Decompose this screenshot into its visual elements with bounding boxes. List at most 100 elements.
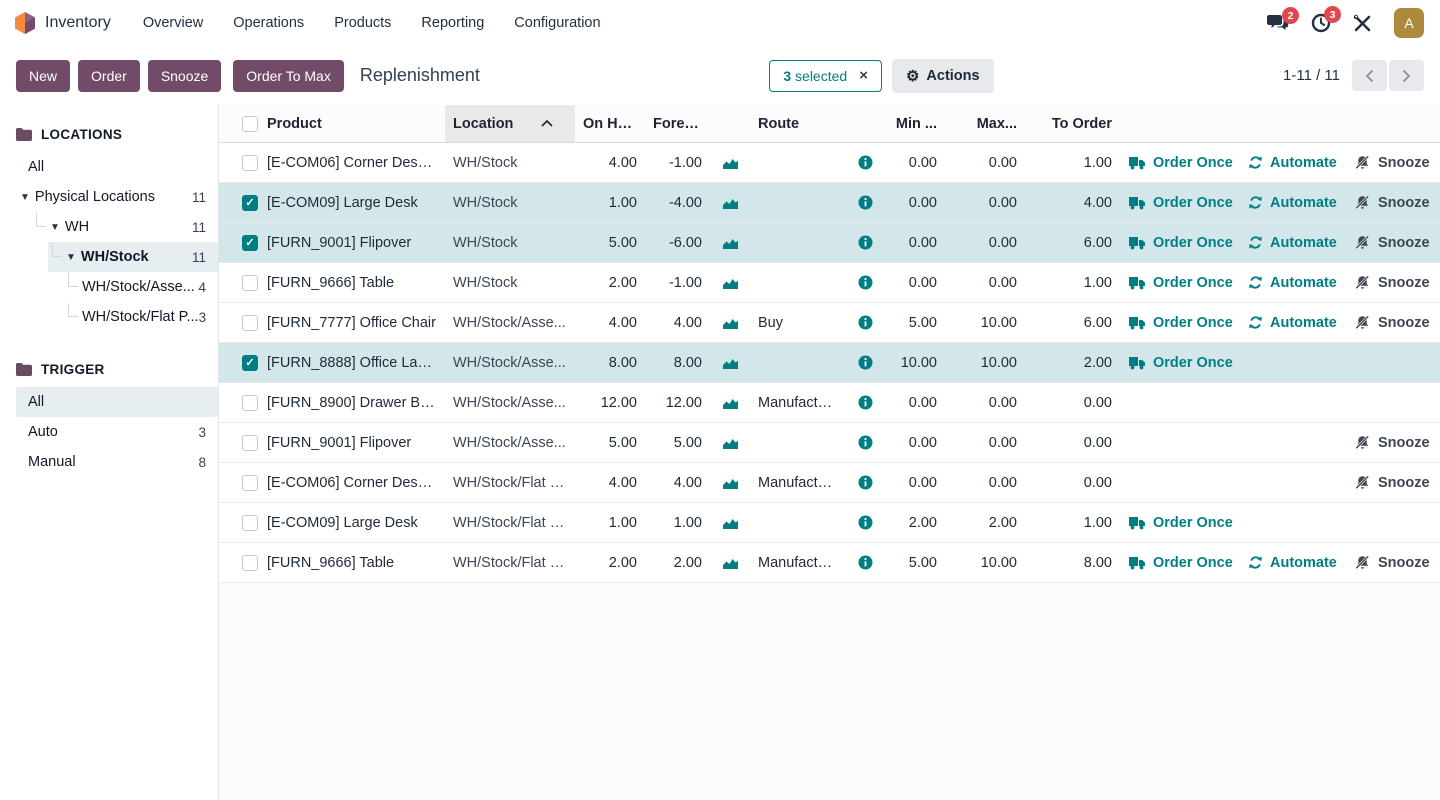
info-circle-icon[interactable] bbox=[845, 515, 885, 530]
header-forecast[interactable]: Forecast bbox=[645, 116, 710, 132]
new-button[interactable]: New bbox=[16, 60, 70, 92]
forecast-chart-icon[interactable] bbox=[710, 236, 750, 250]
menu-item-overview[interactable]: Overview bbox=[133, 9, 213, 37]
location-filter-wh-stock[interactable]: ▼WH/Stock11 bbox=[0, 242, 218, 272]
info-circle-icon[interactable] bbox=[845, 475, 885, 490]
caret-down-icon[interactable]: ▼ bbox=[66, 252, 76, 263]
order-once-button[interactable]: Order Once bbox=[1128, 195, 1232, 211]
order-once-button[interactable]: Order Once bbox=[1128, 315, 1232, 331]
order-once-button[interactable]: Order Once bbox=[1128, 515, 1232, 531]
snooze-button[interactable]: Snooze bbox=[148, 60, 221, 92]
order-to-max-button[interactable]: Order To Max bbox=[233, 60, 344, 92]
row-checkbox[interactable] bbox=[242, 515, 258, 531]
info-circle-icon[interactable] bbox=[845, 435, 885, 450]
snooze-button[interactable]: Snooze bbox=[1354, 555, 1432, 571]
order-once-button[interactable]: Order Once bbox=[1128, 155, 1232, 171]
order-once-button[interactable]: Order Once bbox=[1128, 355, 1232, 371]
header-to-order[interactable]: To Order bbox=[1025, 116, 1120, 132]
info-circle-icon[interactable] bbox=[845, 155, 885, 170]
menu-item-operations[interactable]: Operations bbox=[223, 9, 314, 37]
table-row[interactable]: [FURN_9001] FlipoverWH/Stock/Asse...5.00… bbox=[219, 423, 1440, 463]
info-circle-icon[interactable] bbox=[845, 275, 885, 290]
order-once-button[interactable]: Order Once bbox=[1128, 275, 1232, 291]
automate-button[interactable]: Automate bbox=[1248, 155, 1338, 171]
automate-button[interactable]: Automate bbox=[1248, 195, 1338, 211]
row-checkbox[interactable] bbox=[242, 475, 258, 491]
location-filter-wh[interactable]: ▼WH11 bbox=[0, 212, 218, 242]
trigger-filter-auto[interactable]: Auto3 bbox=[0, 417, 218, 447]
table-row[interactable]: ✓[E-COM09] Large DeskWH/Stock1.00-4.000.… bbox=[219, 183, 1440, 223]
row-checkbox[interactable] bbox=[242, 435, 258, 451]
info-circle-icon[interactable] bbox=[845, 555, 885, 570]
menu-item-products[interactable]: Products bbox=[324, 9, 401, 37]
order-once-button[interactable]: Order Once bbox=[1128, 235, 1232, 251]
order-once-button[interactable]: Order Once bbox=[1128, 555, 1232, 571]
automate-button[interactable]: Automate bbox=[1248, 235, 1338, 251]
menu-item-configuration[interactable]: Configuration bbox=[504, 9, 610, 37]
automate-button[interactable]: Automate bbox=[1248, 315, 1338, 331]
snooze-button[interactable]: Snooze bbox=[1354, 435, 1432, 451]
row-checkbox[interactable] bbox=[242, 555, 258, 571]
header-location[interactable]: Location bbox=[445, 105, 575, 142]
row-checkbox[interactable] bbox=[242, 275, 258, 291]
header-min[interactable]: Min ... bbox=[885, 116, 945, 132]
menu-item-reporting[interactable]: Reporting bbox=[411, 9, 494, 37]
forecast-chart-icon[interactable] bbox=[710, 196, 750, 210]
row-checkbox[interactable] bbox=[242, 395, 258, 411]
info-circle-icon[interactable] bbox=[845, 355, 885, 370]
row-checkbox[interactable]: ✓ bbox=[242, 195, 258, 211]
info-circle-icon[interactable] bbox=[845, 395, 885, 410]
forecast-chart-icon[interactable] bbox=[710, 436, 750, 450]
table-row[interactable]: [E-COM09] Large DeskWH/Stock/Flat P...1.… bbox=[219, 503, 1440, 543]
snooze-button[interactable]: Snooze bbox=[1354, 315, 1432, 331]
info-circle-icon[interactable] bbox=[845, 195, 885, 210]
header-route[interactable]: Route bbox=[750, 116, 845, 132]
info-circle-icon[interactable] bbox=[845, 235, 885, 250]
trigger-filter-all[interactable]: All bbox=[0, 387, 218, 417]
header-on-hand[interactable]: On Hand bbox=[575, 116, 645, 132]
forecast-chart-icon[interactable] bbox=[710, 396, 750, 410]
user-avatar[interactable]: A bbox=[1394, 8, 1424, 38]
trigger-filter-manual[interactable]: Manual8 bbox=[0, 447, 218, 477]
table-row[interactable]: [FURN_9666] TableWH/Stock2.00-1.000.000.… bbox=[219, 263, 1440, 303]
pager-next-button[interactable] bbox=[1389, 60, 1424, 91]
debug-tools-button[interactable] bbox=[1353, 14, 1372, 33]
caret-down-icon[interactable]: ▼ bbox=[20, 192, 30, 203]
activities-button[interactable]: 3 bbox=[1311, 13, 1331, 33]
table-row[interactable]: [FURN_9666] TableWH/Stock/Flat P...2.002… bbox=[219, 543, 1440, 583]
header-product[interactable]: Product bbox=[259, 116, 445, 132]
table-row[interactable]: [FURN_8900] Drawer BlackWH/Stock/Asse...… bbox=[219, 383, 1440, 423]
table-row[interactable]: ✓[FURN_8888] Office LampWH/Stock/Asse...… bbox=[219, 343, 1440, 383]
order-button[interactable]: Order bbox=[78, 60, 140, 92]
snooze-button[interactable]: Snooze bbox=[1354, 195, 1432, 211]
table-row[interactable]: ✓[FURN_9001] FlipoverWH/Stock5.00-6.000.… bbox=[219, 223, 1440, 263]
forecast-chart-icon[interactable] bbox=[710, 276, 750, 290]
location-filter-wh-stock-flat-p-[interactable]: WH/Stock/Flat P...3 bbox=[0, 302, 218, 332]
table-row[interactable]: [E-COM06] Corner Desk ...WH/Stock/Flat P… bbox=[219, 463, 1440, 503]
forecast-chart-icon[interactable] bbox=[710, 156, 750, 170]
location-filter-wh-stock-asse-[interactable]: WH/Stock/Asse...4 bbox=[0, 272, 218, 302]
snooze-button[interactable]: Snooze bbox=[1354, 475, 1432, 491]
forecast-chart-icon[interactable] bbox=[710, 316, 750, 330]
table-row[interactable]: [FURN_7777] Office ChairWH/Stock/Asse...… bbox=[219, 303, 1440, 343]
row-checkbox[interactable]: ✓ bbox=[242, 235, 258, 251]
forecast-chart-icon[interactable] bbox=[710, 516, 750, 530]
automate-button[interactable]: Automate bbox=[1248, 275, 1338, 291]
row-checkbox[interactable] bbox=[242, 155, 258, 171]
select-all-checkbox[interactable] bbox=[242, 116, 258, 132]
automate-button[interactable]: Automate bbox=[1248, 555, 1338, 571]
info-circle-icon[interactable] bbox=[845, 315, 885, 330]
snooze-button[interactable]: Snooze bbox=[1354, 275, 1432, 291]
row-checkbox[interactable] bbox=[242, 315, 258, 331]
forecast-chart-icon[interactable] bbox=[710, 476, 750, 490]
location-filter-physical-locations[interactable]: ▼Physical Locations11 bbox=[0, 182, 218, 212]
clear-selection-icon[interactable]: × bbox=[859, 68, 868, 83]
pager-previous-button[interactable] bbox=[1352, 60, 1387, 91]
table-row[interactable]: [E-COM06] Corner Desk ...WH/Stock4.00-1.… bbox=[219, 143, 1440, 183]
header-max[interactable]: Max... bbox=[945, 116, 1025, 132]
forecast-chart-icon[interactable] bbox=[710, 556, 750, 570]
snooze-button[interactable]: Snooze bbox=[1354, 235, 1432, 251]
row-checkbox[interactable]: ✓ bbox=[242, 355, 258, 371]
caret-down-icon[interactable]: ▼ bbox=[50, 222, 60, 233]
forecast-chart-icon[interactable] bbox=[710, 356, 750, 370]
